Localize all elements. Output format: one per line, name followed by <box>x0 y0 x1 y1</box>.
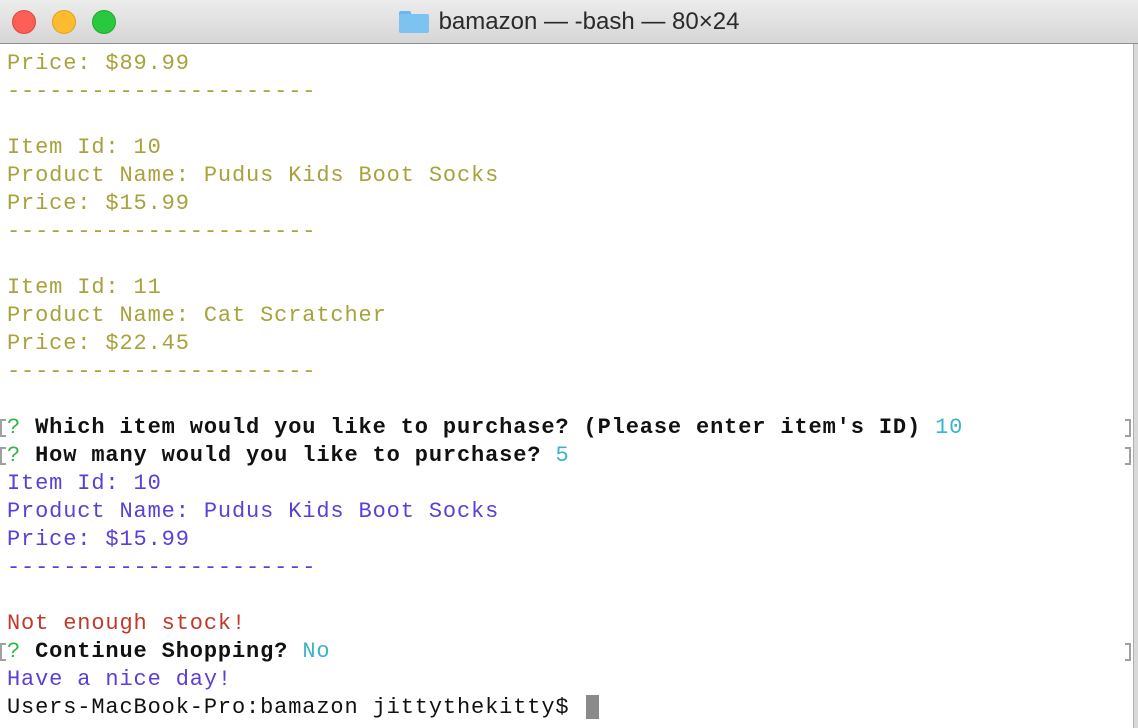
separator-line: ---------------------- <box>7 79 317 104</box>
separator-line: ---------------------- <box>7 219 317 244</box>
farewell-message: Have a nice day! <box>7 667 232 692</box>
prompt-question: Continue Shopping? <box>35 639 289 664</box>
prompt-continue: ? Continue Shopping? No <box>7 638 330 666</box>
output-line: Product Name: Pudus Kids Boot Socks <box>7 163 500 188</box>
prompt-answer: 10 <box>935 415 964 440</box>
shell-prompt-line[interactable]: Users-MacBook-Pro:bamazon jittythekitty$ <box>7 694 599 722</box>
prompt-question: How many would you like to purchase? <box>35 443 542 468</box>
prompt-purchase-id: ? Which item would you like to purchase?… <box>7 414 963 442</box>
mark-bracket-left <box>0 643 6 661</box>
mark-bracket-right <box>1125 447 1131 465</box>
mark-bracket-right <box>1125 643 1131 661</box>
output-line: Price: $22.45 <box>7 331 190 356</box>
window-title-text: bamazon — -bash — 80×24 <box>438 8 740 35</box>
text-cursor <box>585 695 599 720</box>
folder-icon <box>398 11 429 33</box>
selected-line: Product Name: Pudus Kids Boot Socks <box>7 499 500 524</box>
terminal-output[interactable]: Price: $89.99 ---------------------- Ite… <box>0 44 1131 728</box>
prompt-quantity: ? How many would you like to purchase? 5 <box>7 442 570 470</box>
mark-bracket-left <box>0 419 6 437</box>
prompt-answer: No <box>302 639 331 664</box>
scrollbar[interactable] <box>1133 44 1138 728</box>
prompt-marker: ? <box>7 443 22 468</box>
selected-line: Price: $15.99 <box>7 527 190 552</box>
window-title: bamazon — -bash — 80×24 <box>0 0 1138 44</box>
prompt-marker: ? <box>7 415 22 440</box>
output-line: Item Id: 11 <box>7 275 162 300</box>
error-message: Not enough stock! <box>7 611 247 636</box>
output-line: Price: $15.99 <box>7 191 190 216</box>
output-line: Price: $89.99 <box>7 51 190 76</box>
shell-prompt: Users-MacBook-Pro:bamazon jittythekitty$ <box>7 695 570 720</box>
output-line: Product Name: Cat Scratcher <box>7 303 387 328</box>
separator-line: ---------------------- <box>7 555 317 580</box>
prompt-question: Which item would you like to purchase? (… <box>35 415 922 440</box>
mark-bracket-right <box>1125 419 1131 437</box>
prompt-answer: 5 <box>555 443 570 468</box>
output-line: Item Id: 10 <box>7 135 162 160</box>
window-titlebar: bamazon — -bash — 80×24 <box>0 0 1138 44</box>
prompt-marker: ? <box>7 639 22 664</box>
mark-bracket-left <box>0 447 6 465</box>
selected-line: Item Id: 10 <box>7 471 162 496</box>
separator-line: ---------------------- <box>7 359 317 384</box>
